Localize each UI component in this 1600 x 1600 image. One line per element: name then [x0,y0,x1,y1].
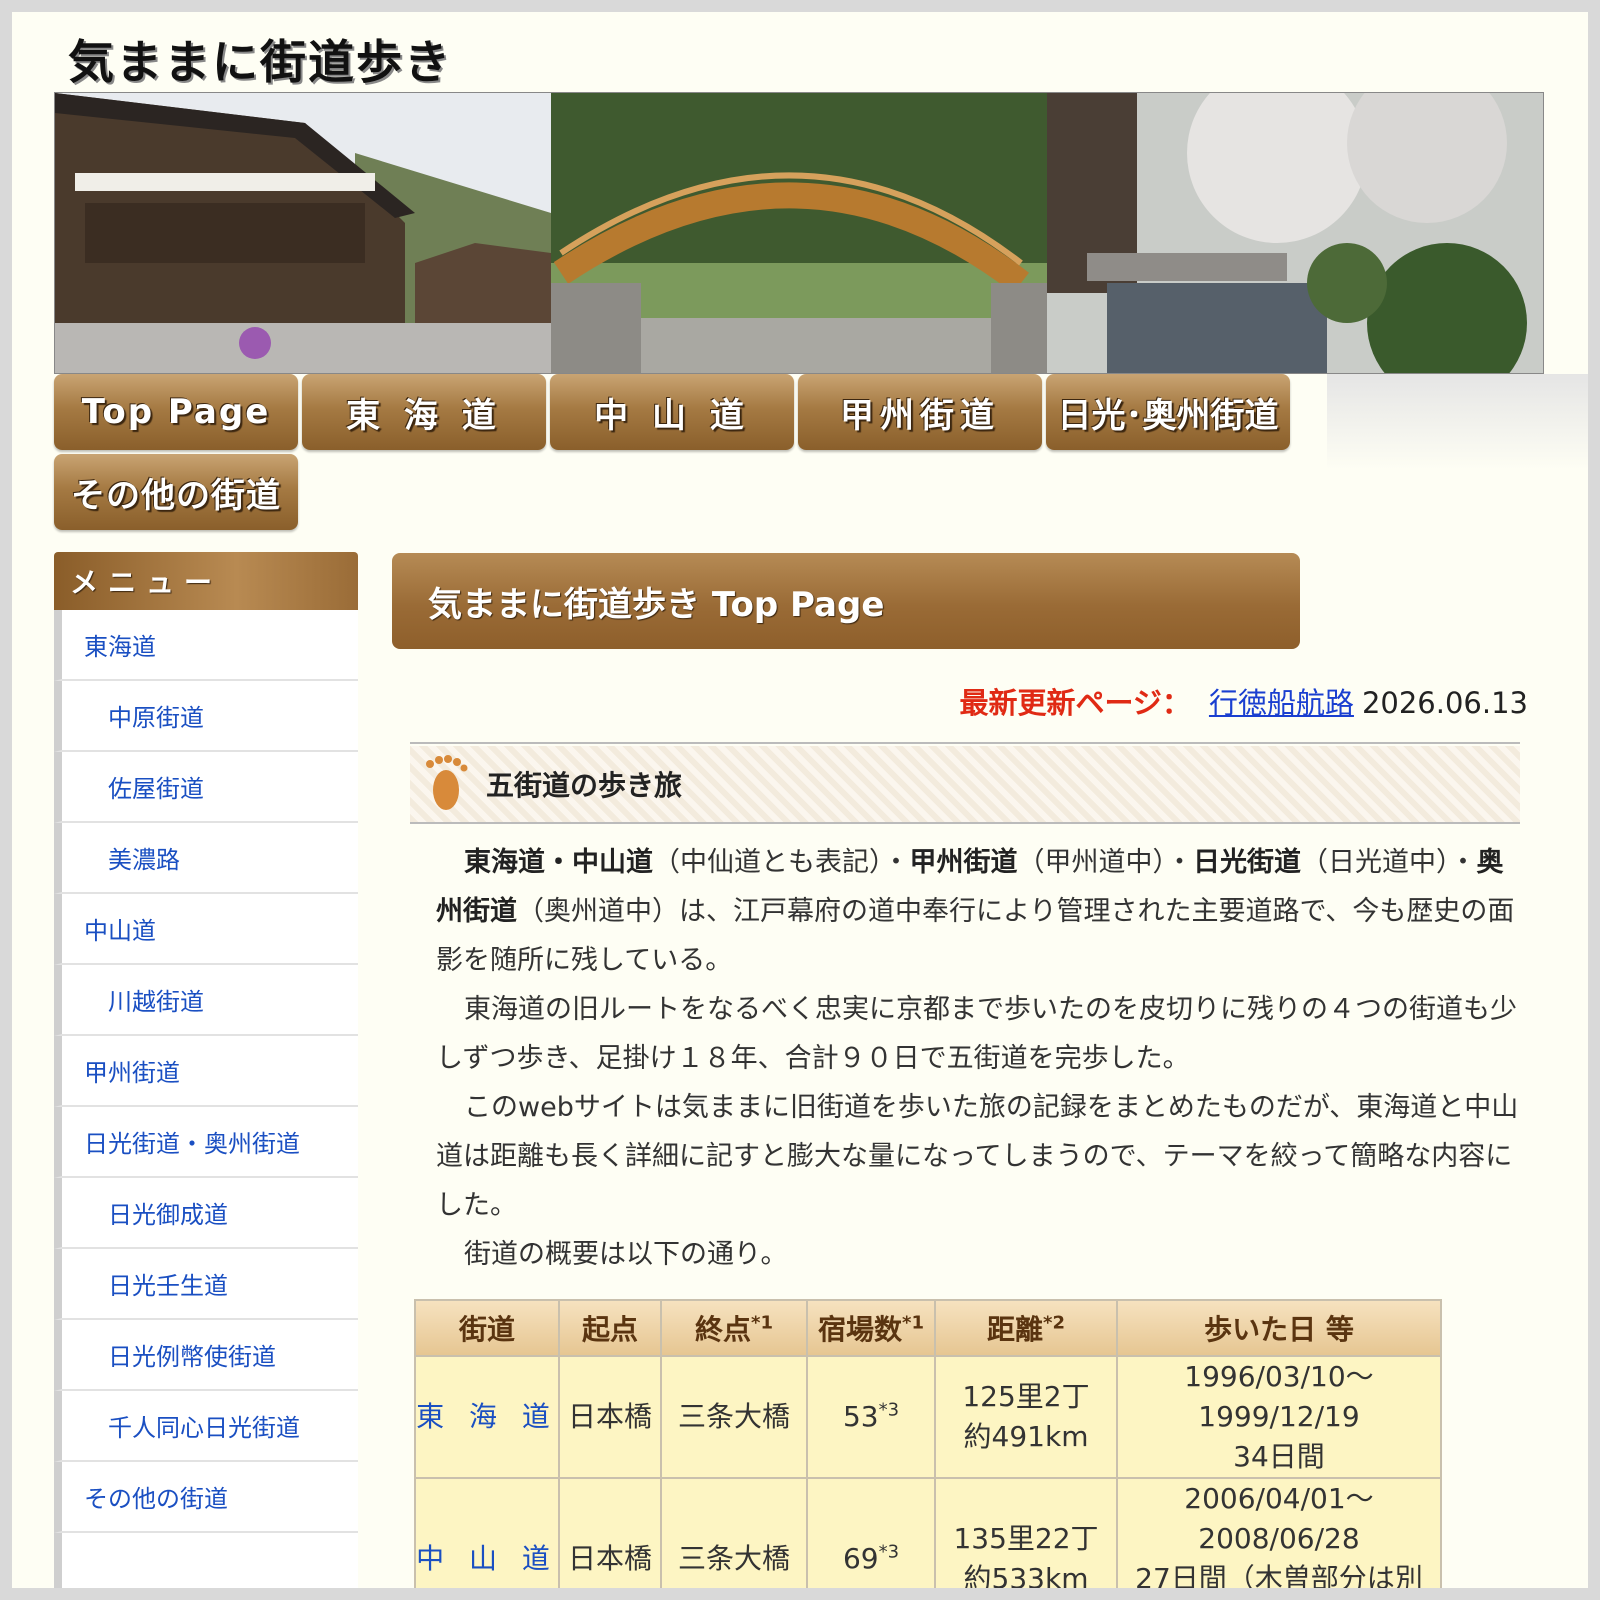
nav-koshu-kaido[interactable]: 甲州街道 [798,374,1042,450]
banner-photo-canal [1047,93,1543,373]
p1-text-6: （日光道中）・ [1301,847,1477,878]
p1-nikko: 日光街道 [1193,847,1301,878]
header-banner [54,92,1544,374]
nav-fade [1327,374,1588,470]
intro-paragraph-1: 東海道・中山道（中仙道とも表記）・甲州街道（甲州道中）・日光街道（日光道中）・奥… [436,838,1526,985]
cell-distance: 135里22丁 約533km [934,1477,1118,1588]
th-walked: 歩いた日 等 [1116,1299,1442,1357]
nav-other-kaido[interactable]: その他の街道 [54,454,298,530]
cell-stations: 53*3 [806,1355,936,1479]
banner-photo-post-town [55,93,551,373]
th-stations: 宿場数*1 [806,1299,936,1357]
sidebar-item-other-kaido[interactable]: その他の街道 [54,1462,358,1533]
intro-paragraph-2: 東海道の旧ルートをなるべく忠実に京都まで歩いたのを皮切りに残りの４つの街道も少し… [436,994,1517,1074]
sidebar-item-kawagoe-kaido[interactable]: 川越街道 [54,965,358,1036]
footprint-icon [426,755,468,810]
sidebar-item-minoji[interactable]: 美濃路 [54,823,358,894]
p1-tokaido-nakasendo: 東海道・中山道 [464,847,653,878]
sidebar-item-nikko-oshu-kaido[interactable]: 日光街道・奥州街道 [54,1107,358,1178]
sidebar-item-nikko-onarimichi[interactable]: 日光御成道 [54,1178,358,1249]
sidebar-item-nikko-reiheishi-kaido[interactable]: 日光例幣使街道 [54,1320,358,1391]
sidebar-item-tokaido[interactable]: 東海道 [54,610,358,681]
site-logo[interactable]: 気ままに街道歩き [68,26,452,92]
th-end: 終点*1 [660,1299,808,1357]
section-header: 五街道の歩き旅 [410,746,1520,822]
divider-bottom [410,822,1520,824]
sidebar-menu: メニュー 東海道 中原街道 佐屋街道 美濃路 中山道 川越街道 甲州街道 日光街… [54,552,358,1588]
page: 気ままに街道歩き Top Page 東 海 道 中 山 道 甲州街道 日光･奥州… [12,12,1588,1588]
sidebar-item-nakasendo[interactable]: 中山道 [54,894,358,965]
cell-walked: 1996/03/10～ 1999/12/19 34日間 [1116,1355,1442,1479]
update-date: 2026.06.13 [1361,686,1528,720]
sidebar-title: メニュー [54,552,358,610]
page-title: 気ままに街道歩き Top Page [392,553,1300,649]
nav-nikko-oshu-kaido[interactable]: 日光･奥州街道 [1046,374,1290,450]
cell-distance: 125里2丁 約491km [934,1355,1118,1479]
cell-stations: 69*3 [806,1477,936,1588]
cell-end: 三条大橋 [660,1477,808,1588]
kaido-table: 街道 起点 終点*1 宿場数*1 距離*2 歩いた日 等 東 海 道 日本橋 三… [414,1299,1442,1588]
sidebar-item-saya-kaido[interactable]: 佐屋街道 [54,752,358,823]
update-link[interactable]: 行徳船航路 [1209,686,1354,720]
latest-update: 最新更新ページ： 行徳船航路 2026.06.13 [960,680,1528,722]
cell-route[interactable]: 中 山 道 [414,1477,560,1588]
cell-start: 日本橋 [558,1355,662,1479]
p1-text-2: （中仙道とも表記）・ [653,847,910,878]
sidebar-item-koshu-kaido[interactable]: 甲州街道 [54,1036,358,1107]
section-title: 五街道の歩き旅 [486,769,683,802]
cell-walked: 2006/04/01～2008/06/2827日間（木曽部分は別途） [1116,1477,1442,1588]
cell-end: 三条大橋 [660,1355,808,1479]
table-row: 中 山 道 日本橋 三条大橋 69*3 135里22丁 約533km 2006/0… [414,1477,1442,1588]
intro-paragraph-4: 街道の概要は以下の通り。 [464,1239,788,1270]
nav-tokaido[interactable]: 東 海 道 [302,374,546,450]
sidebar-item-nakahara-kaido[interactable]: 中原街道 [54,681,358,752]
th-distance: 距離*2 [934,1299,1118,1357]
intro-paragraph-3: このwebサイトは気ままに旧街道を歩いた旅の記録をまとめたものだが、東海道と中山… [436,1092,1519,1221]
sidebar-item-sennin-doshin-nikko-kaido[interactable]: 千人同心日光街道 [54,1391,358,1462]
cell-route[interactable]: 東 海 道 [414,1355,560,1479]
nav-top-page[interactable]: Top Page [54,374,298,450]
th-route: 街道 [414,1299,560,1357]
banner-photo-bridge [551,93,1047,373]
p1-text-4: （甲州道中）・ [1017,847,1194,878]
table-row: 東 海 道 日本橋 三条大橋 53*3 125里2丁 約491km 1996/03… [414,1355,1442,1479]
cell-start: 日本橋 [558,1477,662,1588]
th-start: 起点 [558,1299,662,1357]
sidebar-item-nikko-mibumichi[interactable]: 日光壬生道 [54,1249,358,1320]
update-label: 最新更新ページ： [959,686,1191,720]
divider-top [410,742,1520,744]
p1-koshu: 甲州街道 [909,847,1018,878]
table-header-row: 街道 起点 終点*1 宿場数*1 距離*2 歩いた日 等 [414,1299,1442,1357]
nav-nakasendo[interactable]: 中 山 道 [550,374,794,450]
p1-text-8: （奥州道中）は、江戸幕府の道中奉行により管理された主要道路で、今も歴史の面影を随… [436,896,1515,976]
sidebar-item-next[interactable] [54,1533,358,1588]
